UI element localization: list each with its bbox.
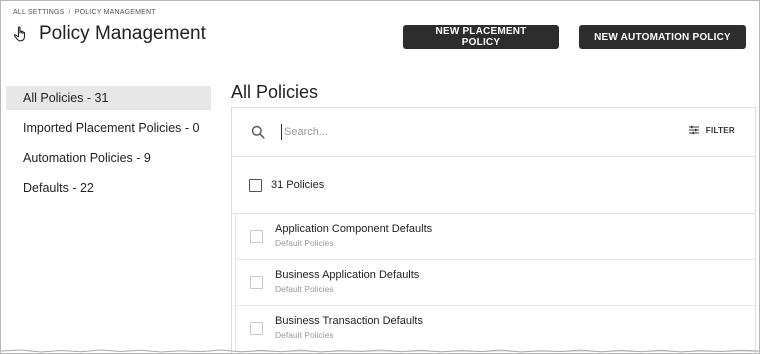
page-header: Policy Management xyxy=(13,23,206,45)
sidebar-item-all-policies[interactable]: All Policies - 31 xyxy=(6,86,211,110)
breadcrumb-all-settings[interactable]: ALL SETTINGS xyxy=(13,9,65,16)
filter-sliders-icon xyxy=(688,125,699,135)
row-text: Business Transaction Defaults Default Po… xyxy=(275,314,423,341)
row-checkbox[interactable] xyxy=(250,276,263,289)
policies-panel: FILTER 31 Policies Application Component… xyxy=(231,107,756,353)
policy-type: Default Policies xyxy=(275,330,334,340)
row-checkbox[interactable] xyxy=(250,322,263,335)
policy-category-sidebar: All Policies - 31 Imported Placement Pol… xyxy=(6,86,211,206)
policy-name: Application Component Defaults xyxy=(275,223,433,235)
row-text: Application Component Defaults Default P… xyxy=(275,222,432,249)
sidebar-item-automation-policies[interactable]: Automation Policies - 9 xyxy=(6,146,211,170)
select-all-checkbox[interactable] xyxy=(249,178,262,192)
torn-edge-divider xyxy=(1,349,759,353)
list-item[interactable]: Application Component Defaults Default P… xyxy=(235,214,755,260)
row-checkbox[interactable] xyxy=(250,230,263,243)
section-title: All Policies xyxy=(231,82,319,102)
breadcrumb: ALL SETTINGS / POLICY MANAGEMENT xyxy=(13,9,156,16)
list-item[interactable]: Business Transaction Defaults Default Po… xyxy=(235,306,755,352)
policy-count-label: 31 Policies xyxy=(271,179,325,191)
select-all-row: 31 Policies xyxy=(232,157,755,214)
search-icon xyxy=(251,125,265,139)
filter-label: FILTER xyxy=(705,125,735,135)
policy-management-window: ALL SETTINGS / POLICY MANAGEMENT Policy Ma… xyxy=(0,0,760,354)
new-placement-policy-button[interactable]: NEW PLACEMENT POLICY xyxy=(403,25,559,49)
sidebar-item-defaults[interactable]: Defaults - 22 xyxy=(6,176,211,200)
policy-type: Default Policies xyxy=(275,238,334,248)
new-automation-policy-button[interactable]: NEW AUTOMATION POLICY xyxy=(579,25,746,49)
policy-name: Business Application Defaults xyxy=(275,269,420,281)
row-text: Business Application Defaults Default Po… xyxy=(275,268,419,295)
search-input[interactable] xyxy=(281,124,646,140)
sidebar-item-imported-placement-policies[interactable]: Imported Placement Policies - 0 xyxy=(6,116,211,140)
policy-name: Business Transaction Defaults xyxy=(275,315,423,327)
breadcrumb-policy-management: POLICY MANAGEMENT xyxy=(74,9,156,16)
filter-button[interactable]: FILTER xyxy=(688,125,735,135)
search-bar: FILTER xyxy=(232,108,755,157)
hand-pointer-icon xyxy=(13,26,26,42)
page-title: Policy Management xyxy=(39,23,206,44)
list-item[interactable]: Business Application Defaults Default Po… xyxy=(235,260,755,306)
policy-type: Default Policies xyxy=(275,284,334,294)
breadcrumb-separator: / xyxy=(68,9,71,16)
